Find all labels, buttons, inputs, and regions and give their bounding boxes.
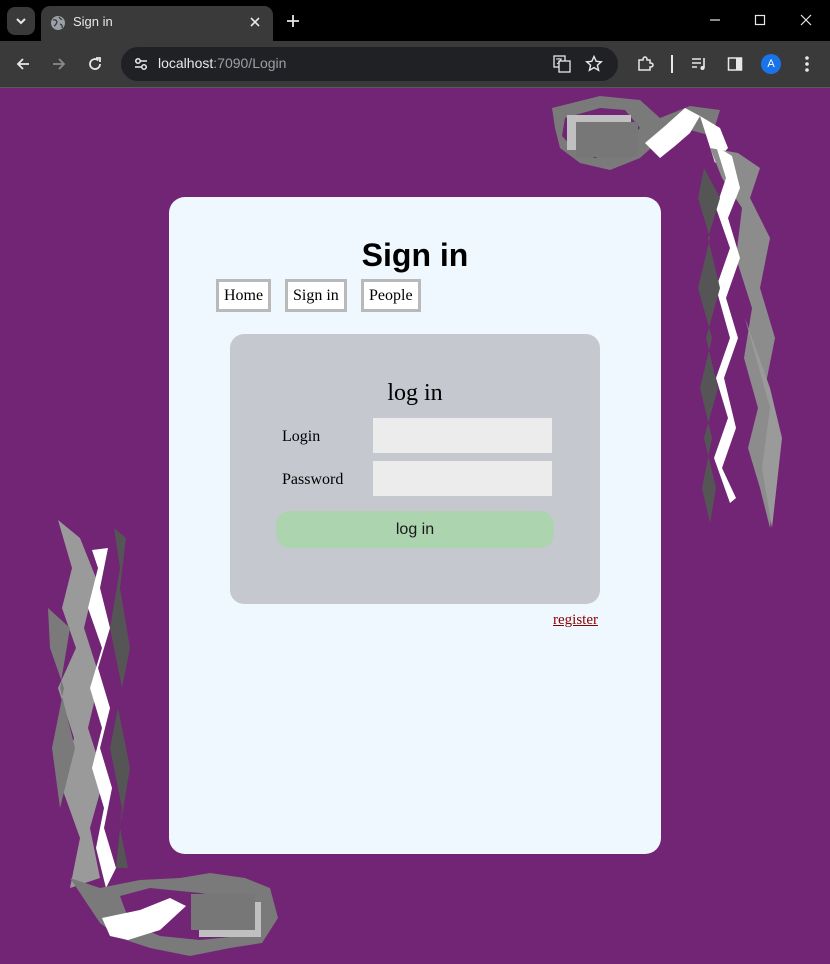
translate-icon (553, 55, 571, 73)
chevron-down-icon (16, 18, 26, 25)
reload-icon (89, 57, 101, 70)
tab-title: Sign in (73, 14, 113, 29)
register-link[interactable]: register (553, 612, 598, 629)
login-form: log in Login Password log in (230, 334, 600, 604)
minimize-icon (710, 19, 720, 21)
nav-sign-in-button[interactable]: Sign in (285, 279, 347, 312)
translate-button[interactable] (550, 52, 574, 76)
login-input[interactable] (373, 418, 552, 453)
url-text: localhost:7090/Login (158, 55, 286, 71)
address-bar[interactable]: localhost:7090/Login (121, 47, 618, 81)
close-icon (800, 14, 812, 26)
new-tab-button[interactable] (282, 10, 304, 32)
login-label: Login (282, 428, 321, 445)
toolbar-separator (671, 55, 673, 73)
sign-in-card: Sign in Home Sign in People log in Login… (169, 197, 661, 854)
star-icon (585, 55, 603, 72)
arrow-left-icon (16, 58, 29, 70)
page-title: Sign in (361, 237, 469, 273)
close-window-button[interactable] (783, 0, 829, 40)
close-icon (250, 17, 260, 27)
profile-avatar[interactable]: A (761, 54, 781, 74)
tune-icon (135, 58, 147, 70)
site-info-button[interactable] (129, 52, 153, 76)
tab-search-button[interactable] (7, 7, 35, 35)
back-button[interactable] (11, 52, 35, 76)
minimize-button[interactable] (692, 0, 738, 40)
password-input[interactable] (373, 461, 552, 496)
side-panel-button[interactable] (723, 52, 747, 76)
playlist-icon (692, 58, 705, 70)
maximize-button[interactable] (737, 0, 783, 40)
menu-button[interactable] (795, 52, 819, 76)
maximize-icon (754, 14, 766, 26)
side-panel-icon (727, 57, 743, 71)
url-host: localhost (158, 55, 214, 71)
more-vert-icon (805, 56, 809, 72)
log-in-button[interactable]: log in (276, 511, 554, 548)
arrow-right-icon (53, 58, 66, 70)
login-form-heading: log in (387, 380, 443, 406)
password-label: Password (282, 471, 344, 488)
bookmark-button[interactable] (582, 52, 606, 76)
media-controls-button[interactable] (687, 52, 711, 76)
nav-home-button[interactable]: Home (216, 279, 272, 312)
puzzle-icon (638, 56, 654, 71)
url-path: :7090/Login (213, 55, 287, 71)
browser-tab[interactable]: Sign in (41, 6, 273, 41)
nav-people-button[interactable]: People (361, 279, 421, 312)
reload-button[interactable] (83, 52, 107, 76)
globe-icon (51, 16, 65, 30)
plus-icon (287, 15, 299, 27)
forward-button[interactable] (47, 52, 71, 76)
extensions-button[interactable] (633, 52, 657, 76)
close-tab-button[interactable] (246, 13, 264, 31)
page-viewport: Sign in Home Sign in People log in Login… (0, 88, 830, 964)
browser-toolbar: localhost:7090/Login A (0, 41, 830, 88)
tab-strip: Sign in (0, 0, 830, 41)
